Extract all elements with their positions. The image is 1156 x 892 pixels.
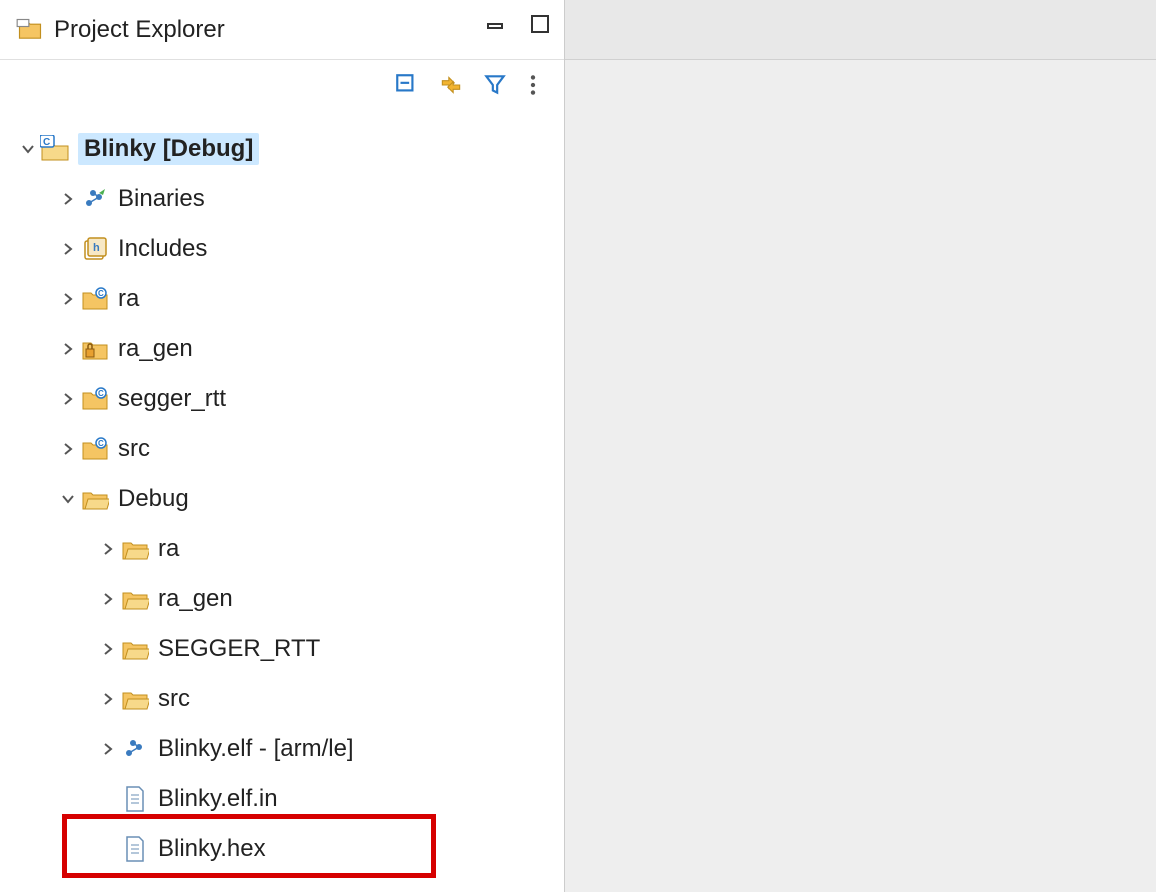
tree-item-src[interactable]: C src <box>0 424 564 474</box>
tree-item-label: ra_gen <box>118 335 193 363</box>
editor-area <box>564 0 1156 892</box>
project-label: Blinky [Debug] <box>78 133 259 165</box>
folder-open-icon <box>120 534 150 564</box>
tree-item-label: Blinky.hex <box>158 835 266 863</box>
source-folder-icon: C <box>80 434 110 464</box>
elf-binary-icon <box>120 734 150 764</box>
minimize-icon[interactable] <box>484 12 508 42</box>
tree-item-blinky-hex[interactable]: Blinky.hex <box>0 824 564 874</box>
view-toolbar <box>0 60 564 116</box>
tree-item-label: Blinky.elf.in <box>158 785 278 813</box>
chevron-down-icon[interactable] <box>16 141 40 157</box>
folder-open-icon <box>120 634 150 664</box>
folder-open-icon <box>80 484 110 514</box>
includes-icon: h <box>80 234 110 264</box>
tree-item-debug-segger-rtt[interactable]: SEGGER_RTT <box>0 624 564 674</box>
chevron-right-icon[interactable] <box>96 691 120 707</box>
view-title: Project Explorer <box>54 16 225 44</box>
tree-item-label: Debug <box>118 485 189 513</box>
chevron-right-icon[interactable] <box>96 541 120 557</box>
chevron-right-icon[interactable] <box>56 191 80 207</box>
tree-item-label: src <box>118 435 150 463</box>
tree-item-label: segger_rtt <box>118 385 226 413</box>
project-explorer-icon <box>16 16 44 44</box>
tree-item-label: ra_gen <box>158 585 233 613</box>
chevron-right-icon[interactable] <box>56 341 80 357</box>
source-folder-locked-icon <box>80 334 110 364</box>
folder-open-icon <box>120 684 150 714</box>
source-folder-icon: C <box>80 284 110 314</box>
svg-text:C: C <box>98 389 104 398</box>
folder-open-icon <box>120 584 150 614</box>
tree-item-ra-gen[interactable]: ra_gen <box>0 324 564 374</box>
tree-item-debug[interactable]: Debug <box>0 474 564 524</box>
link-with-editor-icon[interactable] <box>438 72 464 104</box>
svg-text:C: C <box>43 137 50 148</box>
tree-item-debug-ra-gen[interactable]: ra_gen <box>0 574 564 624</box>
project-explorer-pane: Project Explorer <box>0 0 564 892</box>
tree-item-label: Blinky.elf - [arm/le] <box>158 735 354 763</box>
tree-item-project[interactable]: C Blinky [Debug] <box>0 124 564 174</box>
svg-text:h: h <box>93 242 100 254</box>
tree-item-label: src <box>158 685 190 713</box>
svg-text:C: C <box>98 439 104 448</box>
chevron-right-icon[interactable] <box>56 391 80 407</box>
tree-item-label: Binaries <box>118 185 205 213</box>
tree-item-blinky-elf-in[interactable]: Blinky.elf.in <box>0 774 564 824</box>
binaries-icon <box>80 184 110 214</box>
view-header: Project Explorer <box>0 0 564 60</box>
file-icon <box>120 784 150 814</box>
chevron-right-icon[interactable] <box>96 741 120 757</box>
tree-item-label: ra <box>158 535 179 563</box>
file-icon <box>120 834 150 864</box>
chevron-right-icon[interactable] <box>56 241 80 257</box>
tree-item-binaries[interactable]: Binaries <box>0 174 564 224</box>
source-folder-icon: C <box>80 384 110 414</box>
tree-item-blinky-elf[interactable]: Blinky.elf - [arm/le] <box>0 724 564 774</box>
chevron-down-icon[interactable] <box>56 491 80 507</box>
c-project-icon: C <box>40 134 70 164</box>
chevron-right-icon[interactable] <box>56 291 80 307</box>
filter-icon[interactable] <box>482 72 508 104</box>
chevron-right-icon[interactable] <box>96 641 120 657</box>
collapse-all-icon[interactable] <box>394 72 420 104</box>
project-tree[interactable]: C Blinky [Debug] Binaries <box>0 116 564 874</box>
tree-item-label: ra <box>118 285 139 313</box>
tree-item-label: Includes <box>118 235 207 263</box>
maximize-icon[interactable] <box>528 12 552 42</box>
editor-tab-bar <box>565 0 1156 60</box>
tree-item-segger-rtt[interactable]: C segger_rtt <box>0 374 564 424</box>
tree-item-label: SEGGER_RTT <box>158 635 320 663</box>
svg-text:C: C <box>98 289 104 298</box>
chevron-right-icon[interactable] <box>96 591 120 607</box>
tree-item-includes[interactable]: h Includes <box>0 224 564 274</box>
tree-item-debug-ra[interactable]: ra <box>0 524 564 574</box>
tree-item-ra[interactable]: C ra <box>0 274 564 324</box>
view-menu-icon[interactable] <box>526 72 540 104</box>
tree-item-debug-src[interactable]: src <box>0 674 564 724</box>
chevron-right-icon[interactable] <box>56 441 80 457</box>
